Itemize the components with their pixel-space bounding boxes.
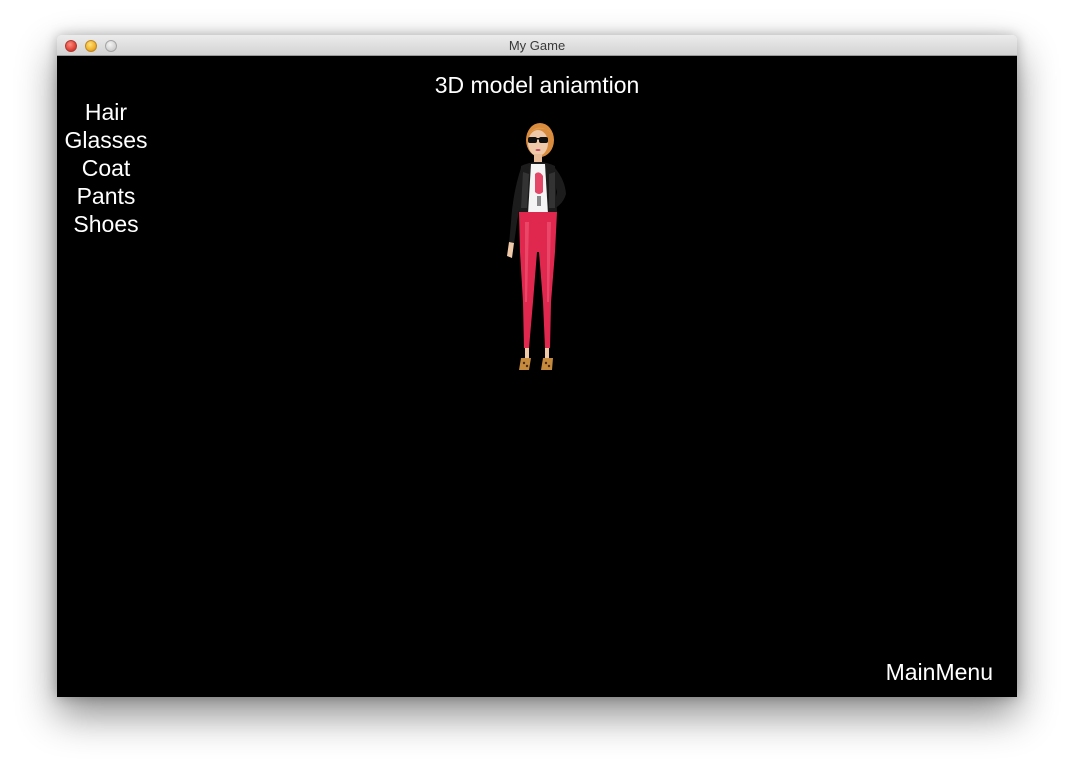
menu-item-shoes[interactable]: Shoes — [57, 210, 155, 238]
character-pants — [519, 212, 557, 348]
game-window: My Game 3D model aniamtion Hair Glasses … — [57, 35, 1017, 697]
menu-item-hair[interactable]: Hair — [57, 98, 155, 126]
main-menu-button[interactable]: MainMenu — [886, 659, 993, 686]
menu-item-coat[interactable]: Coat — [57, 154, 155, 182]
character-model[interactable] — [493, 122, 583, 382]
wardrobe-menu: Hair Glasses Coat Pants Shoes — [57, 98, 155, 238]
character-sunglasses — [528, 137, 537, 143]
menu-item-pants[interactable]: Pants — [57, 182, 155, 210]
character-shoes — [519, 358, 531, 370]
window-title: My Game — [508, 38, 566, 53]
game-viewport[interactable]: 3D model aniamtion Hair Glasses Coat Pan… — [57, 56, 1017, 697]
title-bar[interactable]: My Game — [57, 35, 1017, 56]
scene-title: 3D model aniamtion — [434, 72, 640, 98]
menu-item-glasses[interactable]: Glasses — [57, 126, 155, 154]
